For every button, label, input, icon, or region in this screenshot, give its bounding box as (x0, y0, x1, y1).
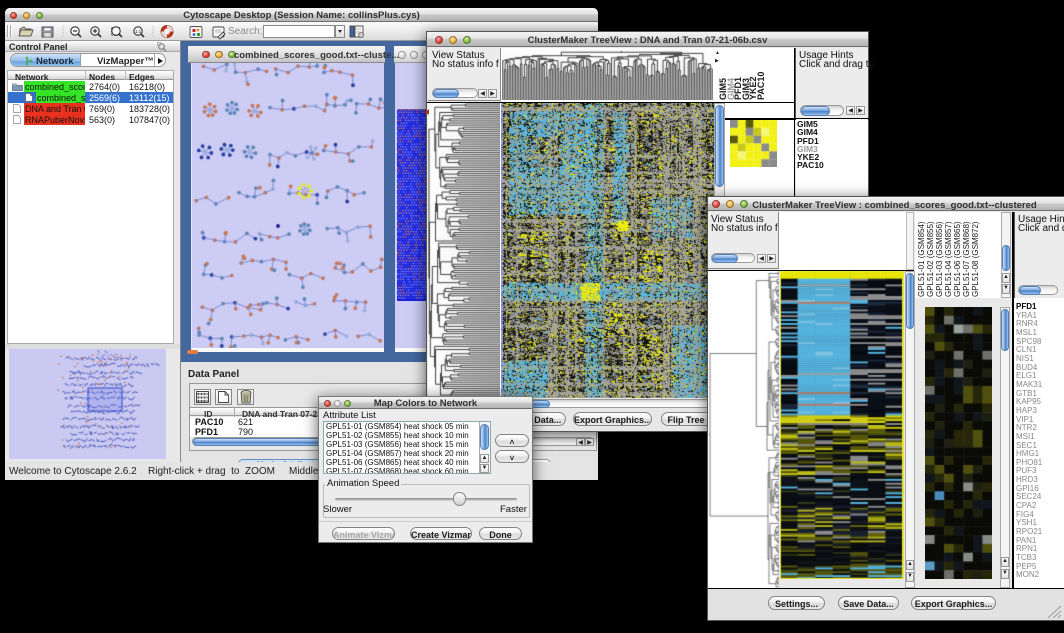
svg-text:1:1: 1:1 (135, 29, 142, 34)
